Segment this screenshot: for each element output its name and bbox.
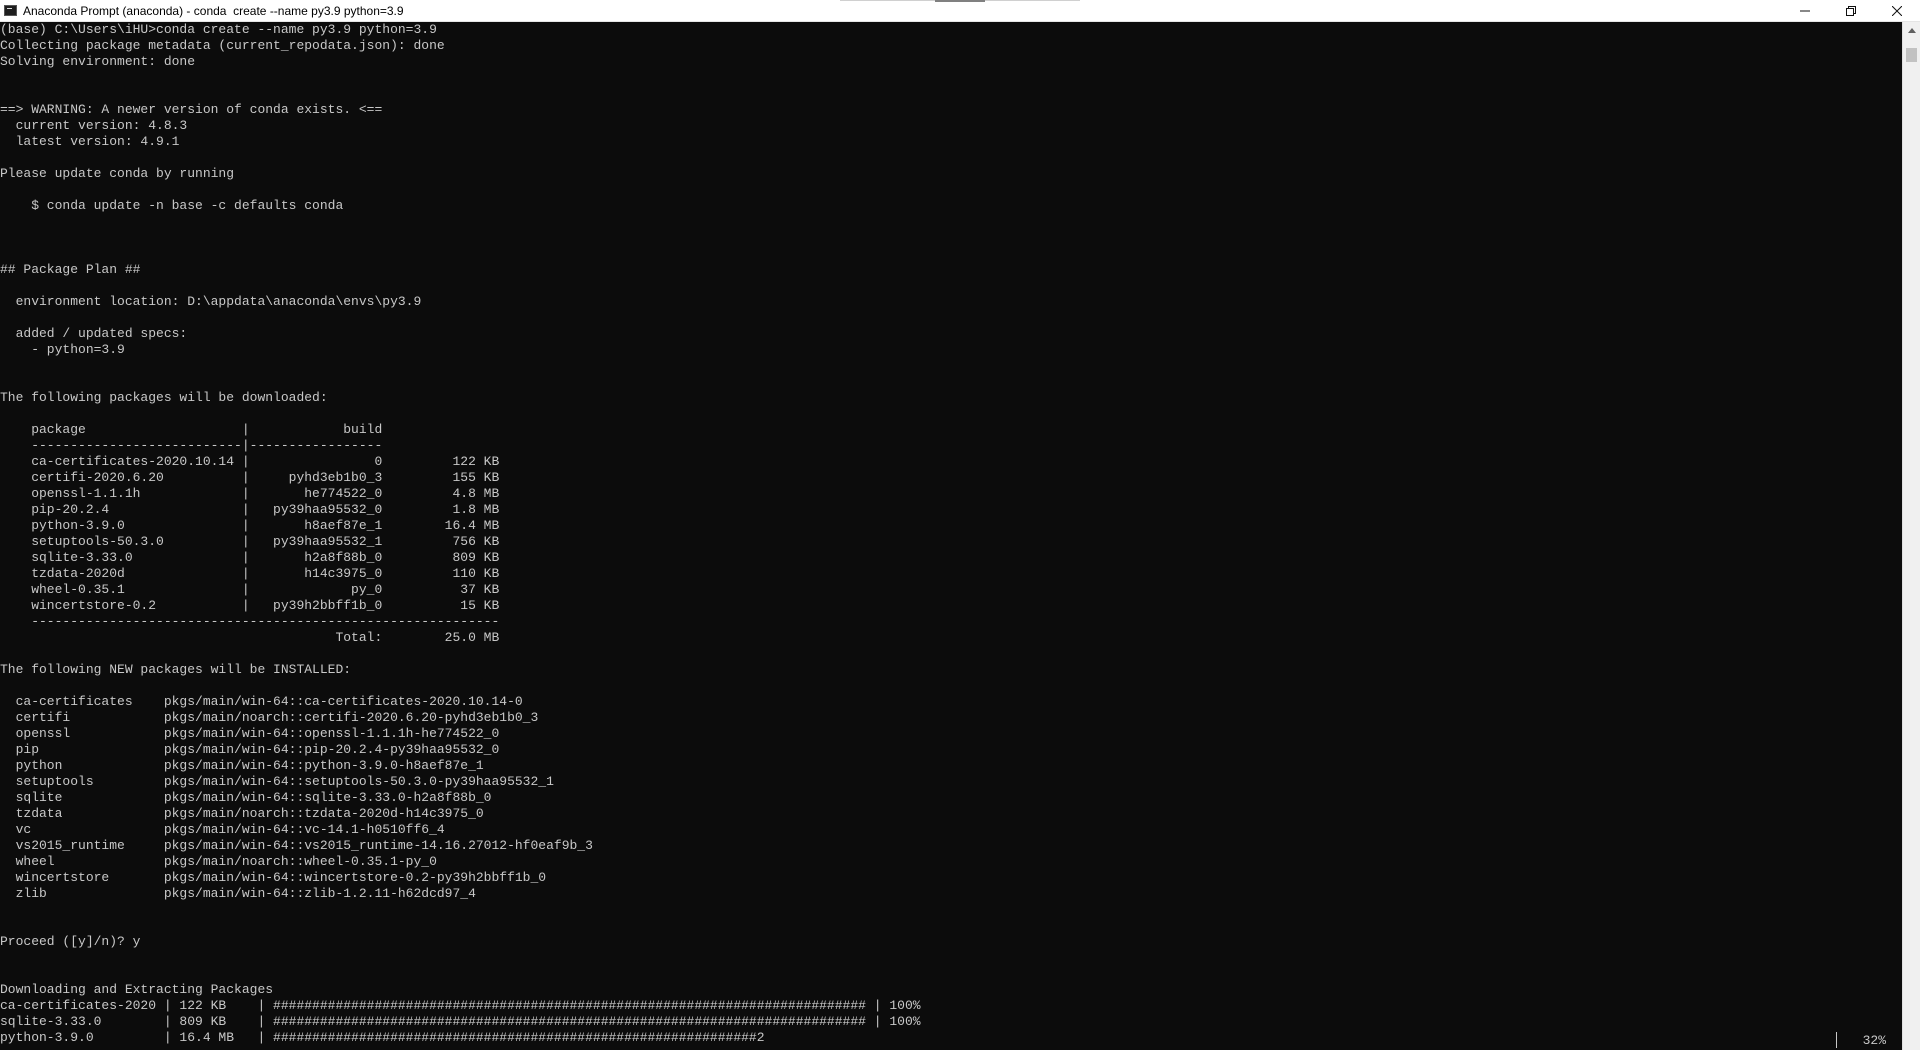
console-line: certifi-2020.6.20 | pyhd3eb1b0_3 155 KB [0,470,500,485]
console-line: latest version: 4.9.1 [0,134,180,149]
console-line: wincertstore pkgs/main/win-64::wincertst… [0,870,547,885]
console-line: python-3.9.0 | h8aef87e_1 16.4 MB [0,518,500,533]
scroll-up-button[interactable] [1903,22,1920,39]
console-line: The following NEW packages will be INSTA… [0,662,352,677]
console-line: (base) C:\Users\iHU>conda create --name … [0,22,437,37]
console-line: Total: 25.0 MB [0,630,500,645]
console-line: The following packages will be downloade… [0,390,328,405]
console-line: sqlite-3.33.0 | h2a8f88b_0 809 KB [0,550,500,565]
minimize-icon [1800,10,1810,12]
terminal-icon [4,5,17,16]
console-line: environment location: D:\appdata\anacond… [0,294,422,309]
console-line: - python=3.9 [0,342,125,357]
console-output[interactable]: (base) C:\Users\iHU>conda create --name … [0,22,1902,1050]
console-line: $ conda update -n base -c defaults conda [0,198,344,213]
console-line: wincertstore-0.2 | py39h2bbff1b_0 15 KB [0,598,500,613]
console-line: pip-20.2.4 | py39haa95532_0 1.8 MB [0,502,500,517]
console-line: wheel-0.35.1 | py_0 37 KB [0,582,500,597]
scroll-thumb[interactable] [1906,48,1917,62]
title-bar[interactable]: Anaconda Prompt (anaconda) - conda creat… [0,0,1920,22]
console-line: ==> WARNING: A newer version of conda ex… [0,102,383,117]
console-line: package | build [0,422,383,437]
console-line: certifi pkgs/main/noarch::certifi-2020.6… [0,710,539,725]
restore-icon [1846,6,1856,16]
console-line: python pkgs/main/win-64::python-3.9.0-h8… [0,758,484,773]
console-line: Collecting package metadata (current_rep… [0,38,445,53]
close-icon [1892,6,1902,16]
console-line: Solving environment: done [0,54,196,69]
console-line: Downloading and Extracting Packages [0,982,274,997]
console-line: python-3.9.0 | 16.4 MB | ###############… [0,1030,765,1045]
console-line: ----------------------------------------… [0,614,500,629]
console-line: ---------------------------|------------… [0,438,383,453]
progress-separator [1836,1032,1837,1048]
console-line: ca-certificates-2020 | 122 KB | ########… [0,998,921,1013]
minimize-button[interactable] [1782,0,1828,22]
window-title: Anaconda Prompt (anaconda) - conda creat… [23,3,404,18]
console-line: setuptools pkgs/main/win-64::setuptools-… [0,774,554,789]
console-line: ca-certificates pkgs/main/win-64::ca-cer… [0,694,523,709]
vertical-scrollbar[interactable] [1902,22,1920,1050]
console-line: added / updated specs: [0,326,188,341]
window-controls [1782,0,1920,22]
console-line: tzdata-2020d | h14c3975_0 110 KB [0,566,500,581]
console-line: ## Package Plan ## [0,262,141,277]
close-button[interactable] [1874,0,1920,22]
console-line: sqlite-3.33.0 | 809 KB | ###############… [0,1014,921,1029]
console-line: openssl-1.1.1h | he774522_0 4.8 MB [0,486,500,501]
console-line: openssl pkgs/main/win-64::openssl-1.1.1h… [0,726,500,741]
console-line: tzdata pkgs/main/noarch::tzdata-2020d-h1… [0,806,484,821]
current-progress-percent: 32% [1862,1033,1886,1048]
console-line: setuptools-50.3.0 | py39haa95532_1 756 K… [0,534,500,549]
console-line: vc pkgs/main/win-64::vc-14.1-h0510ff6_4 [0,822,445,837]
console-line: zlib pkgs/main/win-64::zlib-1.2.11-h62dc… [0,886,476,901]
title-bar-indicator [840,0,1080,2]
chevron-up-icon [1907,28,1916,33]
console-line: Proceed ([y]/n)? y [0,934,141,949]
restore-button[interactable] [1828,0,1874,22]
console-line: vs2015_runtime pkgs/main/win-64::vs2015_… [0,838,593,853]
console-line: current version: 4.8.3 [0,118,188,133]
console-line: pip pkgs/main/win-64::pip-20.2.4-py39haa… [0,742,500,757]
console-line: Please update conda by running [0,166,235,181]
console-line: wheel pkgs/main/noarch::wheel-0.35.1-py_… [0,854,437,869]
console-line: ca-certificates-2020.10.14 | 0 122 KB [0,454,500,469]
console-line: sqlite pkgs/main/win-64::sqlite-3.33.0-h… [0,790,492,805]
